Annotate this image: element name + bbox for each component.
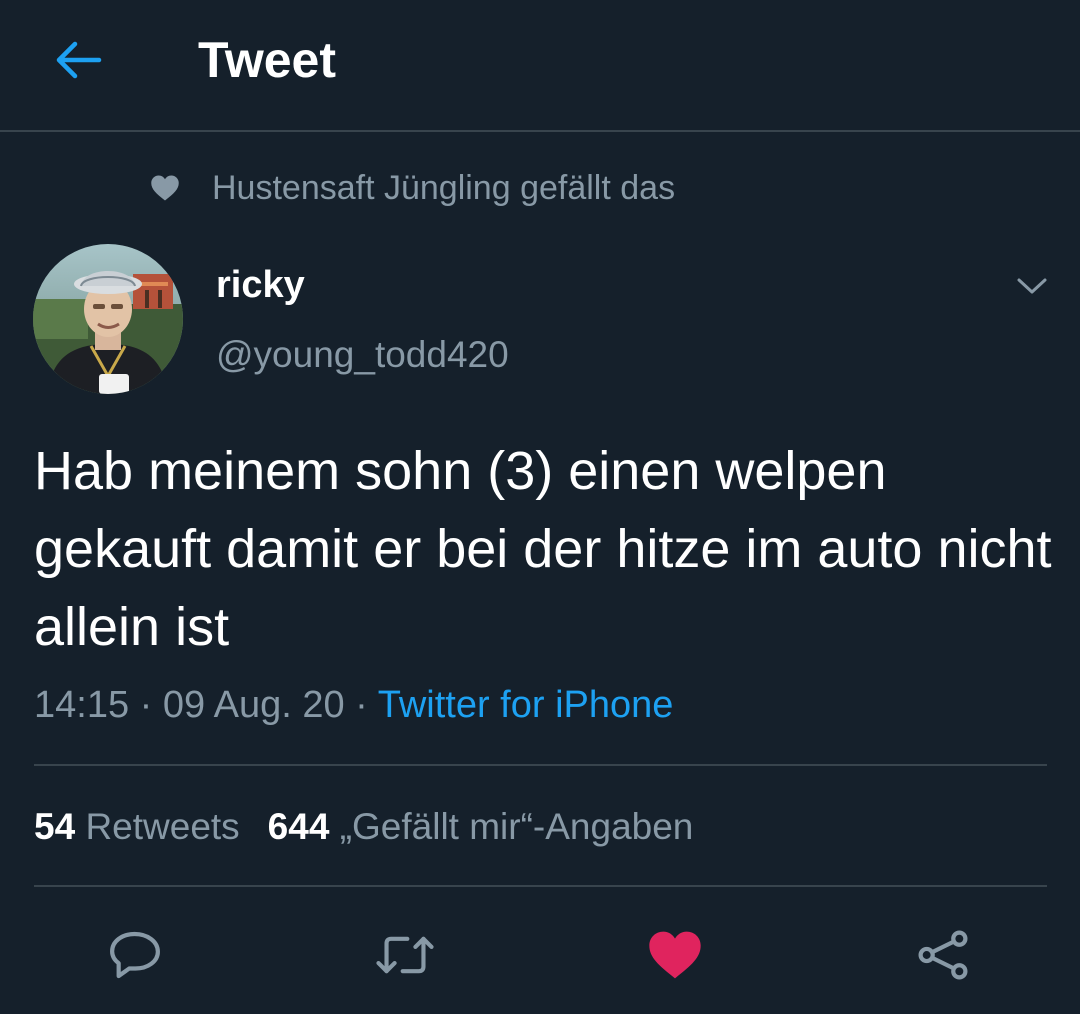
tweet-menu-button[interactable]	[1012, 268, 1052, 304]
avatar[interactable]	[33, 244, 183, 394]
chevron-down-icon	[1017, 278, 1047, 294]
divider	[34, 885, 1047, 887]
retweets-count: 54	[34, 806, 76, 847]
page-title: Tweet	[198, 32, 336, 88]
tweet-text: Hab meinem sohn (3) einen welpen gekauft…	[34, 441, 1052, 657]
action-bar	[0, 920, 1080, 990]
social-context[interactable]: Hustensaft Jüngling gefällt das	[150, 166, 675, 210]
social-context-text: Hustensaft Jüngling gefällt das	[212, 168, 676, 207]
retweets-label: Retweets	[85, 806, 240, 847]
retweet-icon	[376, 936, 434, 974]
author-handle[interactable]: @young_todd420	[216, 332, 509, 378]
like-button[interactable]	[640, 920, 710, 990]
meta-separator: ·	[139, 684, 153, 726]
reply-button[interactable]	[100, 920, 170, 990]
heart-icon	[150, 173, 180, 203]
likes-count: 644	[267, 806, 330, 847]
tweet-time: 14:15	[34, 684, 130, 726]
tweet-meta: 14:15 · 09 Aug. 20 · Twitter for iPhone	[34, 682, 673, 728]
tweet-date: 09 Aug. 20	[162, 684, 345, 726]
back-arrow-icon	[56, 41, 102, 79]
top-app-bar: Tweet	[0, 0, 1080, 132]
tweet-stats: 54 Retweets 644 „Gefällt mir“-Angaben	[34, 804, 693, 850]
share-icon	[918, 930, 968, 980]
divider	[34, 764, 1047, 766]
retweet-button[interactable]	[370, 920, 440, 990]
tweet-detail-screen: Tweet Hustensaft Jüngling gefällt das ri…	[0, 0, 1080, 1014]
author-name[interactable]: ricky	[216, 262, 305, 308]
likes-label: „Gefällt mir“-Angaben	[339, 806, 694, 847]
share-button[interactable]	[908, 920, 978, 990]
meta-separator: ·	[355, 684, 368, 726]
likes-stat[interactable]: 644 „Gefällt mir“-Angaben	[268, 806, 694, 847]
retweets-stat[interactable]: 54 Retweets	[34, 806, 240, 847]
tweet-source-link[interactable]: Twitter for iPhone	[378, 684, 674, 726]
reply-icon	[110, 931, 160, 979]
heart-icon	[649, 931, 701, 979]
back-button[interactable]	[48, 30, 108, 90]
